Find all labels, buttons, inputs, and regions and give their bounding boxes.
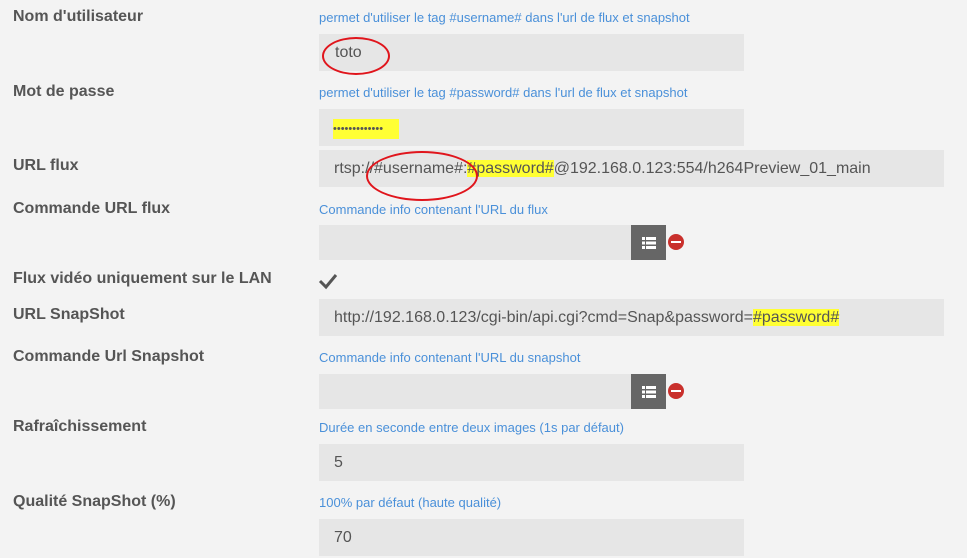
cmd-url-flux-help: Commande info contenant l'URL du flux (319, 202, 548, 217)
password-label: Mot de passe (13, 83, 115, 100)
url-snapshot-label: URL SnapShot (13, 306, 125, 323)
password-field[interactable]: ••••••••••••• (319, 109, 744, 146)
cmd-url-flux-label: Commande URL flux (13, 200, 171, 217)
cmd-url-flux-remove-icon[interactable] (668, 234, 684, 250)
cmd-url-flux-list-button[interactable] (631, 225, 666, 260)
list-icon (641, 236, 656, 249)
quality-value: 70 (334, 529, 352, 546)
username-value: toto (335, 44, 362, 61)
url-flux-label: URL flux (13, 157, 79, 174)
quality-help: 100% par défaut (haute qualité) (319, 495, 502, 510)
cmd-url-snapshot-list-button[interactable] (631, 374, 666, 409)
refresh-input[interactable]: 5 (319, 444, 744, 481)
refresh-label: Rafraîchissement (13, 418, 147, 435)
lan-only-checkbox[interactable] (318, 271, 338, 291)
password-help: permet d'utiliser le tag #password# dans… (319, 85, 688, 100)
username-field[interactable]: toto (319, 34, 744, 71)
cmd-url-snapshot-help: Commande info contenant l'URL du snapsho… (319, 350, 581, 365)
checkmark-icon (318, 274, 338, 290)
url-snapshot-password-tag: #password# (752, 309, 840, 326)
refresh-value: 5 (334, 454, 343, 471)
url-flux-suffix: @192.168.0.123:554/h264Preview_01_main (553, 160, 871, 177)
url-snapshot-field[interactable]: http://192.168.0.123/cgi-bin/api.cgi?cmd… (319, 299, 944, 336)
url-flux-password-tag: #password# (467, 160, 554, 177)
quality-label: Qualité SnapShot (%) (13, 493, 176, 510)
url-flux-field[interactable]: rtsp://#username#:#password#@192.168.0.1… (319, 150, 944, 187)
username-help: permet d'utiliser le tag #username# dans… (319, 10, 690, 25)
refresh-help: Durée en seconde entre deux images (1s p… (319, 420, 624, 435)
url-flux-prefix: rtsp:// (334, 160, 375, 177)
username-label: Nom d'utilisateur (13, 8, 144, 25)
cmd-url-snapshot-label: Commande Url Snapshot (13, 348, 205, 365)
url-flux-username-tag: #username# (374, 160, 463, 177)
cmd-url-snapshot-remove-icon[interactable] (668, 383, 684, 399)
list-icon (641, 385, 656, 398)
password-value: ••••••••••••• (333, 119, 400, 139)
cmd-url-flux-input[interactable] (319, 225, 631, 260)
quality-input[interactable]: 70 (319, 519, 744, 556)
lan-only-label: Flux vidéo uniquement sur le LAN (13, 270, 272, 287)
url-snapshot-prefix: http://192.168.0.123/cgi-bin/api.cgi?cmd… (334, 309, 753, 326)
cmd-url-snapshot-input[interactable] (319, 374, 631, 409)
